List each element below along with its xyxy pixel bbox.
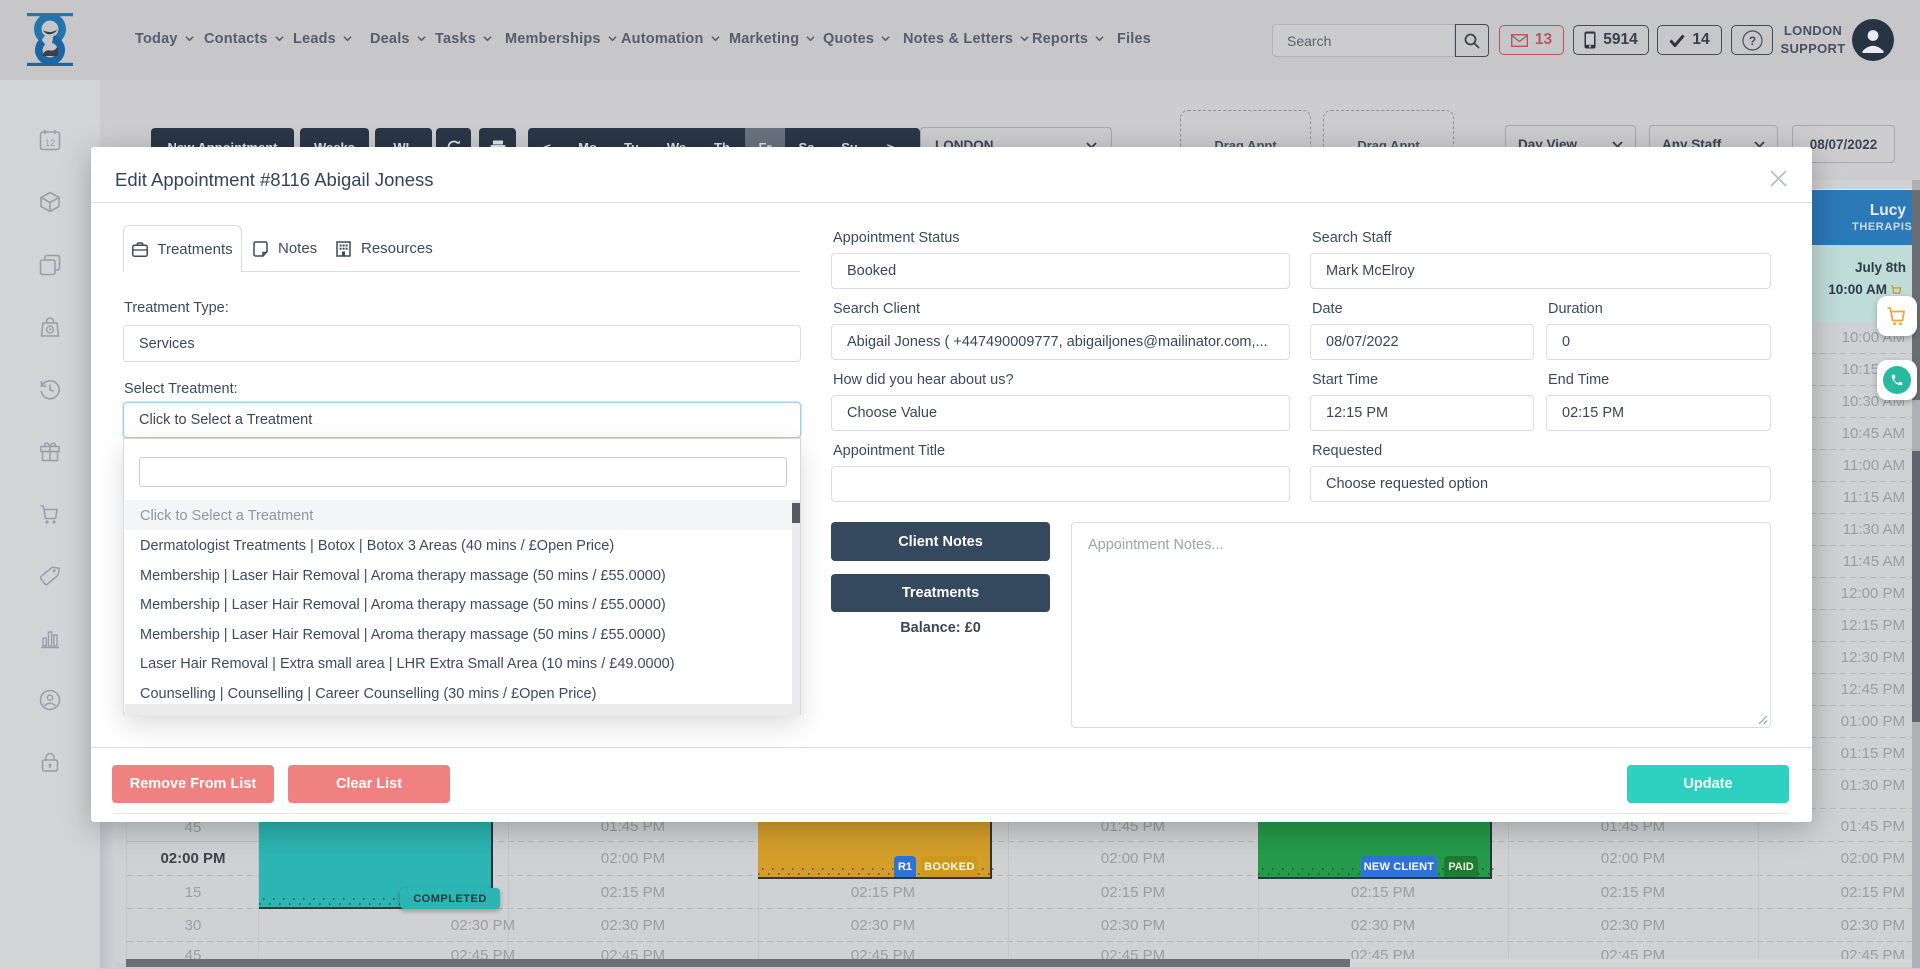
svg-text:12: 12: [45, 138, 55, 148]
svg-text:?: ?: [1748, 34, 1755, 48]
